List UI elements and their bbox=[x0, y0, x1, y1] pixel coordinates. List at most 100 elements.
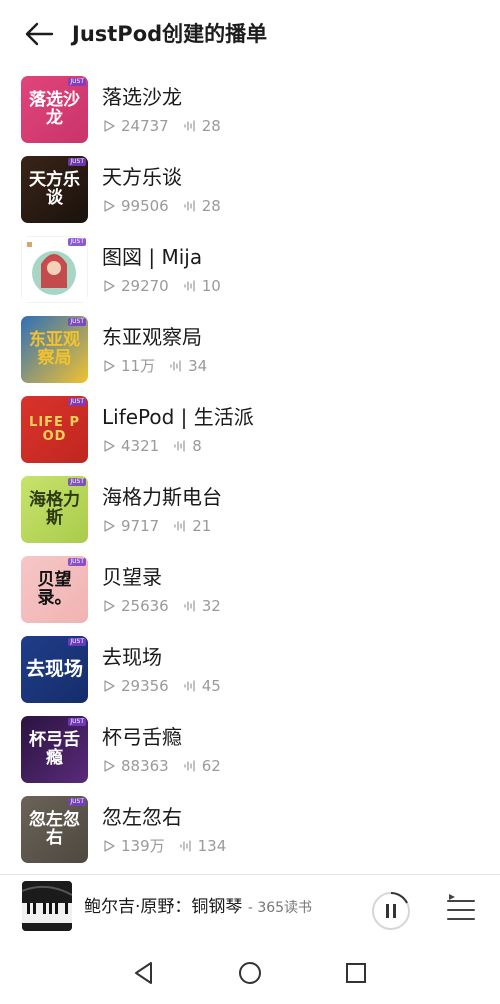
playlist-cover: 贝望录。 JUST bbox=[21, 556, 88, 623]
playlist-cover: 落选沙龙 JUST bbox=[21, 76, 88, 143]
playlist-row[interactable]: 东亚观察局 JUST 东亚观察局 11万 34 bbox=[0, 310, 500, 390]
playlist-row[interactable]: 杯弓舌瘾 JUST 杯弓舌瘾 88363 62 bbox=[0, 710, 500, 790]
playlist-row[interactable]: 忽左忽右 JUST 忽左忽右 139万 134 bbox=[0, 790, 500, 870]
sound-wave-icon bbox=[170, 360, 181, 372]
app-header: JustPod创建的播单 bbox=[0, 0, 500, 68]
pause-button[interactable] bbox=[371, 891, 411, 931]
back-button[interactable] bbox=[22, 16, 58, 52]
playlist-stats: 99506 28 bbox=[102, 197, 221, 215]
play-count-icon bbox=[104, 520, 115, 532]
sound-wave-icon bbox=[184, 680, 195, 692]
sound-wave-icon bbox=[174, 520, 185, 532]
playlist-stats: 139万 134 bbox=[102, 837, 226, 855]
now-playing-title: 鲍尔吉·原野：铜钢琴 - 365读书 bbox=[84, 896, 312, 919]
playlist-queue-icon bbox=[447, 894, 475, 920]
playlist-title: 杯弓舌瘾 bbox=[102, 725, 182, 749]
playlist-row[interactable]: JUST 图図 | Mija 29270 10 bbox=[0, 230, 500, 310]
play-count: 29270 bbox=[121, 277, 169, 295]
playlist-title: 海格力斯电台 bbox=[102, 485, 222, 509]
play-count: 11万 bbox=[121, 357, 156, 375]
play-count: 9717 bbox=[121, 517, 160, 535]
playlist-stats: 9717 21 bbox=[102, 517, 211, 535]
playlist-cover: 忽左忽右 JUST bbox=[21, 796, 88, 863]
playlist-row[interactable]: 去现场 JUST 去现场 29356 45 bbox=[0, 630, 500, 710]
play-count: 29356 bbox=[121, 677, 169, 695]
cover-text: 贝望录。 bbox=[37, 569, 72, 608]
playlist-stats: 29270 10 bbox=[102, 277, 221, 295]
cover-badge: JUST bbox=[68, 798, 86, 806]
cover-text: 海格力斯 bbox=[29, 489, 80, 528]
play-count-icon bbox=[104, 440, 115, 452]
play-count-icon bbox=[104, 200, 115, 212]
playlist-stats: 88363 62 bbox=[102, 757, 221, 775]
cover-text: 杯弓舌瘾 bbox=[29, 729, 80, 768]
playlist-title: 天方乐谈 bbox=[102, 165, 182, 189]
pause-icon bbox=[372, 892, 410, 930]
episode-count: 34 bbox=[188, 357, 208, 375]
episode-count: 8 bbox=[192, 437, 202, 455]
cover-text: 天方乐谈 bbox=[29, 169, 80, 208]
playlist-cover: LIFE POD JUST bbox=[21, 396, 88, 463]
playlist-cover: 东亚观察局 JUST bbox=[21, 316, 88, 383]
arrow-left-icon bbox=[25, 22, 54, 46]
cover-badge: JUST bbox=[68, 158, 86, 166]
play-count: 139万 bbox=[121, 837, 165, 855]
episode-count: 28 bbox=[201, 197, 221, 215]
playlist-title: 落选沙龙 bbox=[102, 85, 182, 109]
sound-wave-icon bbox=[184, 120, 195, 132]
nav-back-icon[interactable] bbox=[131, 960, 157, 986]
sound-wave-icon bbox=[179, 840, 191, 852]
playlist-row[interactable]: 贝望录。 JUST 贝望录 25636 32 bbox=[0, 550, 500, 630]
episode-count: 62 bbox=[201, 757, 221, 775]
playlist-cover: 海格力斯 JUST bbox=[21, 476, 88, 543]
playlist-row[interactable]: 落选沙龙 JUST 落选沙龙 24737 28 bbox=[0, 70, 500, 150]
play-count-icon bbox=[104, 600, 115, 612]
playlist-title: 东亚观察局 bbox=[102, 325, 202, 349]
queue-button[interactable] bbox=[444, 891, 478, 925]
cover-badge: JUST bbox=[68, 558, 86, 566]
playlist-row[interactable]: 海格力斯 JUST 海格力斯电台 9717 21 bbox=[0, 470, 500, 550]
cover-art bbox=[21, 236, 88, 303]
play-count: 88363 bbox=[121, 757, 169, 775]
play-count-icon bbox=[104, 680, 115, 692]
play-count: 4321 bbox=[121, 437, 160, 455]
playlist-title: 忽左忽右 bbox=[102, 805, 182, 829]
playlist-list: 落选沙龙 JUST 落选沙龙 24737 28 天方乐谈 JUST 天方乐谈 99506 28 JU… bbox=[0, 70, 500, 870]
now-playing-name: 鲍尔吉·原野：铜钢琴 bbox=[84, 897, 243, 917]
playlist-row[interactable]: 天方乐谈 JUST 天方乐谈 99506 28 bbox=[0, 150, 500, 230]
now-playing-source: - 365读书 bbox=[247, 900, 313, 916]
sound-wave-icon bbox=[184, 200, 195, 212]
cover-badge: JUST bbox=[68, 78, 86, 86]
episode-count: 21 bbox=[192, 517, 212, 535]
cover-badge: JUST bbox=[68, 318, 86, 326]
play-count-icon bbox=[104, 120, 115, 132]
system-navigation-bar bbox=[0, 940, 500, 1004]
nav-home-icon[interactable] bbox=[237, 960, 263, 986]
cover-text: 东亚观察局 bbox=[29, 329, 80, 368]
sound-wave-icon bbox=[184, 600, 195, 612]
cover-badge: JUST bbox=[68, 638, 86, 646]
playlist-stats: 29356 45 bbox=[102, 677, 221, 695]
playlist-cover: 杯弓舌瘾 JUST bbox=[21, 716, 88, 783]
playlist-cover: 天方乐谈 JUST bbox=[21, 156, 88, 223]
play-count-icon bbox=[104, 840, 115, 852]
playlist-stats: 4321 8 bbox=[102, 437, 202, 455]
cover-badge: JUST bbox=[68, 238, 86, 246]
cover-text: LIFE POD bbox=[29, 414, 80, 444]
sound-wave-icon bbox=[174, 440, 185, 452]
mini-player[interactable]: 鲍尔吉·原野：铜钢琴 - 365读书 bbox=[0, 874, 500, 941]
episode-count: 45 bbox=[201, 677, 221, 695]
playlist-title: LifePod | 生活派 bbox=[102, 405, 254, 429]
playlist-cover: 去现场 JUST bbox=[21, 636, 88, 703]
play-count-icon bbox=[104, 280, 115, 292]
cover-text: 落选沙龙 bbox=[29, 89, 80, 128]
playlist-stats: 25636 32 bbox=[102, 597, 221, 615]
play-count-icon bbox=[104, 760, 115, 772]
nav-recents-icon[interactable] bbox=[343, 960, 369, 986]
playlist-title: 去现场 bbox=[102, 645, 162, 669]
sound-wave-icon bbox=[184, 280, 195, 292]
episode-count: 32 bbox=[201, 597, 221, 615]
cover-badge: JUST bbox=[68, 398, 86, 406]
play-count: 24737 bbox=[121, 117, 169, 135]
playlist-row[interactable]: LIFE POD JUST LifePod | 生活派 4321 8 bbox=[0, 390, 500, 470]
